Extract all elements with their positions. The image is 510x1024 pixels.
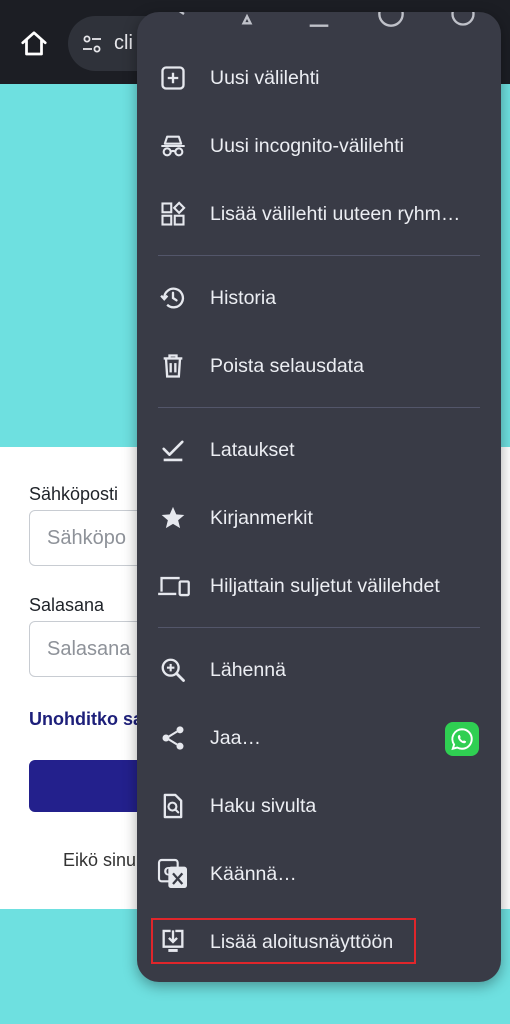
star-icon xyxy=(159,504,187,532)
whatsapp-icon xyxy=(451,728,473,751)
menu-item-label: Lisää välilehti uuteen ryhm… xyxy=(210,203,461,225)
menu-action-bar xyxy=(137,12,501,46)
history-icon xyxy=(159,284,187,312)
translate-icon: G xyxy=(157,858,189,890)
menu-item-label: Uusi välilehti xyxy=(210,67,320,89)
menu-item-label: Lähennä xyxy=(210,659,286,681)
password-label: Salasana xyxy=(29,595,105,615)
menu-item-history[interactable]: Historia xyxy=(137,268,501,328)
menu-item-share[interactable]: Jaa… xyxy=(137,708,501,768)
menu-divider xyxy=(158,627,480,628)
forward-icon[interactable] xyxy=(163,12,191,28)
menu-item-recent-tabs[interactable]: Hiljattain suljetut välilehdet xyxy=(137,556,501,616)
menu-item-translate[interactable]: G Käännä… xyxy=(137,844,501,904)
devices-icon xyxy=(157,572,191,600)
highlight-box xyxy=(151,918,416,964)
zoom-in-icon xyxy=(159,656,187,684)
menu-item-label: Historia xyxy=(210,287,277,309)
forgot-password-link[interactable]: Unohditko sa xyxy=(29,709,143,730)
menu-item-label: Poista selausdata xyxy=(210,355,364,377)
menu-divider xyxy=(158,407,480,408)
overflow-menu: Uusi välilehti Uusi incognito-välilehti … xyxy=(137,12,501,982)
svg-text:G: G xyxy=(164,865,173,879)
tab-group-icon xyxy=(159,200,187,228)
menu-item-new-tab[interactable]: Uusi välilehti xyxy=(137,48,501,108)
menu-item-bookmarks[interactable]: Kirjanmerkit xyxy=(137,488,501,548)
whatsapp-share-button[interactable] xyxy=(445,722,479,756)
menu-item-label: Uusi incognito-välilehti xyxy=(210,135,405,157)
menu-item-add-tab-to-group[interactable]: Lisää välilehti uuteen ryhm… xyxy=(137,184,501,244)
find-in-page-icon xyxy=(159,792,187,820)
menu-item-label: Haku sivulta xyxy=(210,795,317,817)
menu-item-new-incognito-tab[interactable]: Uusi incognito-välilehti xyxy=(137,116,501,176)
site-settings-icon[interactable] xyxy=(80,32,104,56)
url-text[interactable]: cli xyxy=(114,32,133,55)
home-icon xyxy=(21,31,47,56)
add-box-icon xyxy=(159,64,187,92)
menu-item-zoom[interactable]: Lähennä xyxy=(137,640,501,700)
download-check-icon xyxy=(159,436,187,464)
menu-item-label: Hiljattain suljetut välilehdet xyxy=(210,575,440,597)
home-button[interactable] xyxy=(14,24,54,64)
incognito-icon xyxy=(159,132,187,160)
menu-item-find-in-page[interactable]: Haku sivulta xyxy=(137,776,501,836)
menu-item-label: Lataukset xyxy=(210,439,295,461)
menu-item-label: Jaa… xyxy=(210,727,261,749)
download-page-icon[interactable] xyxy=(305,12,333,28)
menu-divider xyxy=(158,255,480,256)
trash-icon xyxy=(159,352,187,380)
signup-prompt: Eikö sinu xyxy=(63,850,137,870)
menu-item-clear-browsing-data[interactable]: Poista selausdata xyxy=(137,336,501,396)
page-info-icon[interactable] xyxy=(377,12,405,28)
menu-item-label: Käännä… xyxy=(210,863,297,885)
menu-item-label: Kirjanmerkit xyxy=(210,507,313,529)
menu-item-downloads[interactable]: Lataukset xyxy=(137,420,501,480)
email-label: Sähköposti xyxy=(29,484,119,504)
share-icon xyxy=(159,724,187,752)
bookmark-star-icon[interactable] xyxy=(233,12,261,28)
refresh-icon[interactable] xyxy=(449,12,477,28)
